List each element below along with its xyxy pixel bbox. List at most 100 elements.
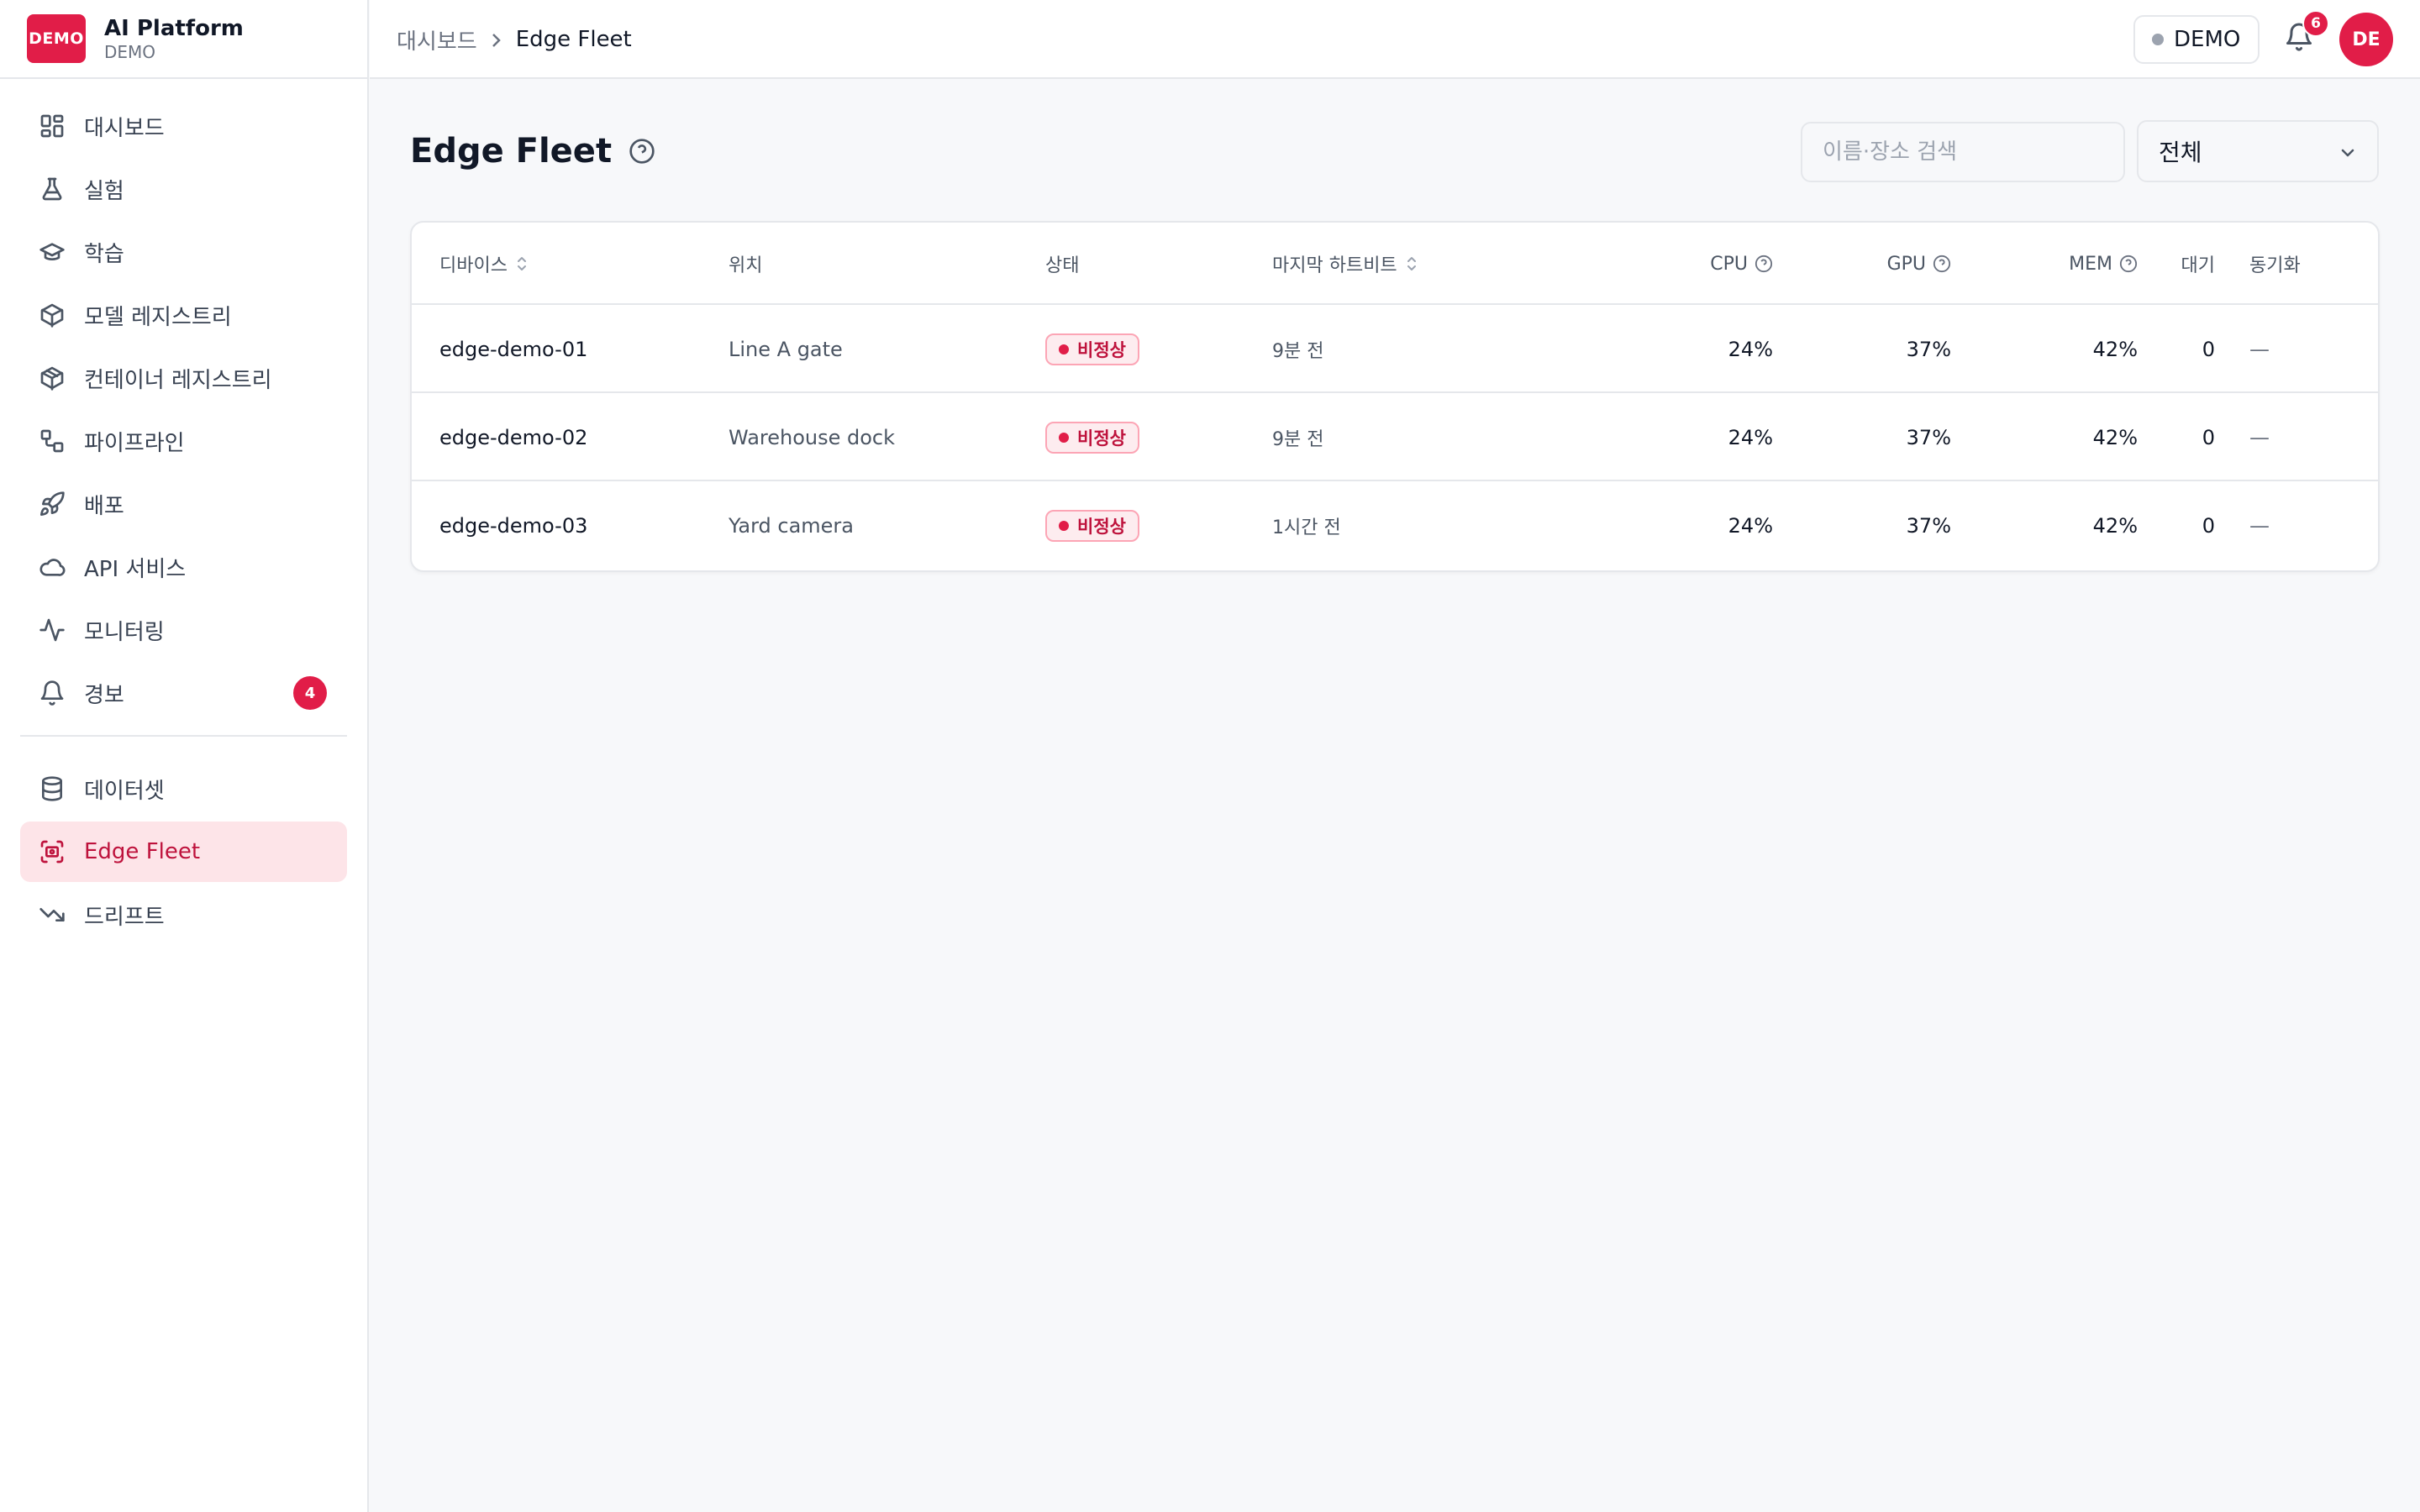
status-filter-select[interactable]: 전체: [2137, 120, 2379, 182]
activity-icon: [39, 618, 65, 642]
help-circle-icon[interactable]: [1933, 255, 1951, 273]
sidebar-item-api-services[interactable]: API 서비스: [20, 537, 347, 597]
database-icon: [42, 776, 62, 801]
column-header-label: CPU: [1710, 253, 1748, 275]
mem-usage: 42%: [2092, 425, 2138, 449]
chevron-right-icon: [491, 30, 502, 49]
environment-label: DEMO: [2174, 27, 2241, 52]
brand-subtitle: DEMO: [104, 42, 156, 62]
column-header-device[interactable]: 디바이스: [439, 223, 528, 305]
environment-button[interactable]: DEMO: [2133, 15, 2260, 64]
bell-icon: [40, 680, 64, 706]
alerts-count-badge: 4: [293, 676, 327, 710]
user-avatar[interactable]: DE: [2339, 13, 2393, 66]
sidebar-item-edge-fleet[interactable]: Edge Fleet: [20, 822, 347, 882]
device-location: Warehouse dock: [729, 425, 896, 449]
brand-logo: DEMO: [27, 14, 86, 63]
sidebar-item-monitoring[interactable]: 모니터링: [20, 600, 347, 660]
status-cell: 비정상: [1045, 305, 1139, 393]
last-heartbeat: 1시간 전: [1272, 517, 1341, 538]
gpu-usage: 37%: [1906, 513, 1951, 538]
sidebar-item-alerts[interactable]: 경보 4: [20, 663, 347, 723]
page-title-row: Edge Fleet: [410, 126, 655, 176]
help-circle-icon[interactable]: [629, 138, 655, 165]
status-badge: 비정상: [1045, 509, 1139, 542]
column-header-label: 위치: [729, 255, 763, 276]
sync-status: —: [2249, 425, 2270, 449]
sidebar-item-container-registry[interactable]: 컨테이너 레지스트리: [20, 348, 347, 408]
last-heartbeat: 9분 전: [1272, 340, 1324, 362]
device-name[interactable]: edge-demo-02: [439, 393, 587, 481]
cube-icon: [40, 303, 64, 328]
sidebar-item-deploy[interactable]: 배포: [20, 474, 347, 534]
search-input[interactable]: [1801, 122, 2125, 182]
status-filter-value: 전체: [2159, 139, 2202, 166]
cloud-icon: [39, 559, 66, 576]
page-title: Edge Fleet: [410, 132, 613, 171]
queue-count: 0: [2202, 337, 2215, 361]
sidebar-item-label: 모니터링: [84, 619, 165, 645]
sidebar-item-drift[interactable]: 드리프트: [20, 885, 347, 945]
column-header-label: 디바이스: [439, 255, 508, 276]
table-row[interactable]: edge-demo-02 Warehouse dock 비정상 9분 전 24%…: [412, 393, 2378, 481]
status-label: 비정상: [1077, 339, 1126, 360]
device-location: Line A gate: [729, 337, 843, 361]
queue-count: 0: [2202, 425, 2215, 449]
breadcrumb-home-link[interactable]: 대시보드: [397, 24, 477, 55]
last-heartbeat: 9분 전: [1272, 428, 1324, 450]
sidebar-item-pipelines[interactable]: 파이프라인: [20, 411, 347, 471]
environment-status-dot: [2152, 34, 2164, 45]
sidebar-item-experiments[interactable]: 실험: [20, 159, 347, 219]
sidebar-item-label: 배포: [84, 493, 124, 519]
status-label: 비정상: [1077, 428, 1126, 449]
gpu-usage: 37%: [1906, 425, 1951, 449]
package-icon: [40, 366, 64, 391]
column-header-label: 동기화: [2249, 255, 2301, 276]
status-badge: 비정상: [1045, 333, 1139, 365]
column-header-label: 마지막 하트비트: [1272, 255, 1397, 276]
edge-device-icon: [40, 840, 64, 864]
cpu-usage: 24%: [1728, 337, 1773, 361]
column-header-label: 상태: [1045, 255, 1080, 276]
column-header-queue: 대기: [2112, 223, 2215, 305]
status-dot: [1059, 344, 1069, 354]
chevron-down-icon: [2341, 149, 2354, 157]
sidebar-item-label: 파이프라인: [84, 430, 185, 456]
status-cell: 비정상: [1045, 481, 1139, 570]
sidebar-item-dashboard[interactable]: 대시보드: [20, 96, 347, 156]
brand[interactable]: DEMO AI Platform DEMO: [0, 0, 367, 79]
dashboard-icon: [40, 114, 64, 138]
column-header-cpu: CPU: [1588, 223, 1773, 305]
column-header-status: 상태: [1045, 223, 1079, 305]
edge-fleet-table: 디바이스 위치 상태 마지막 하트비트 CPU GPU MEM 대기 동기화 e…: [410, 221, 2380, 572]
sidebar-item-label: API 서비스: [84, 556, 187, 582]
device-name[interactable]: edge-demo-03: [439, 481, 587, 570]
column-header-label: GPU: [1886, 253, 1926, 275]
notifications-count-badge: 6: [2302, 10, 2329, 37]
table-row[interactable]: edge-demo-03 Yard camera 비정상 1시간 전 24% 3…: [412, 481, 2378, 570]
cpu-usage: 24%: [1728, 513, 1773, 538]
column-header-location: 위치: [729, 223, 762, 305]
sync-status: —: [2249, 337, 2270, 361]
sidebar-nav: 대시보드 실험 학습 모델 레지스트리 컨테이너 레지스트리 파이프라인 배포: [0, 79, 367, 945]
brand-title: AI Platform: [104, 16, 244, 41]
sidebar-item-label: 경보: [84, 682, 124, 708]
brand-text: AI Platform DEMO: [104, 15, 244, 62]
device-name[interactable]: edge-demo-01: [439, 305, 587, 393]
workflow-icon: [40, 429, 64, 453]
table-row[interactable]: edge-demo-01 Line A gate 비정상 9분 전 24% 37…: [412, 305, 2378, 393]
column-header-heartbeat[interactable]: 마지막 하트비트: [1272, 223, 1418, 305]
sidebar-item-training[interactable]: 학습: [20, 222, 347, 282]
column-header-label: 대기: [2181, 255, 2215, 276]
graduation-cap-icon: [39, 243, 65, 260]
trending-down-icon: [39, 908, 65, 921]
nav-divider: [20, 735, 347, 737]
queue-count: 0: [2202, 513, 2215, 538]
sidebar-item-label: 학습: [84, 241, 124, 267]
gpu-usage: 37%: [1906, 337, 1951, 361]
sidebar-item-label: 대시보드: [84, 115, 165, 141]
sidebar-item-model-registry[interactable]: 모델 레지스트리: [20, 285, 347, 345]
sort-icon: [516, 255, 528, 273]
topbar: 대시보드 Edge Fleet DEMO 6 DE: [370, 0, 2420, 79]
sidebar-item-datasets[interactable]: 데이터셋: [20, 759, 347, 819]
